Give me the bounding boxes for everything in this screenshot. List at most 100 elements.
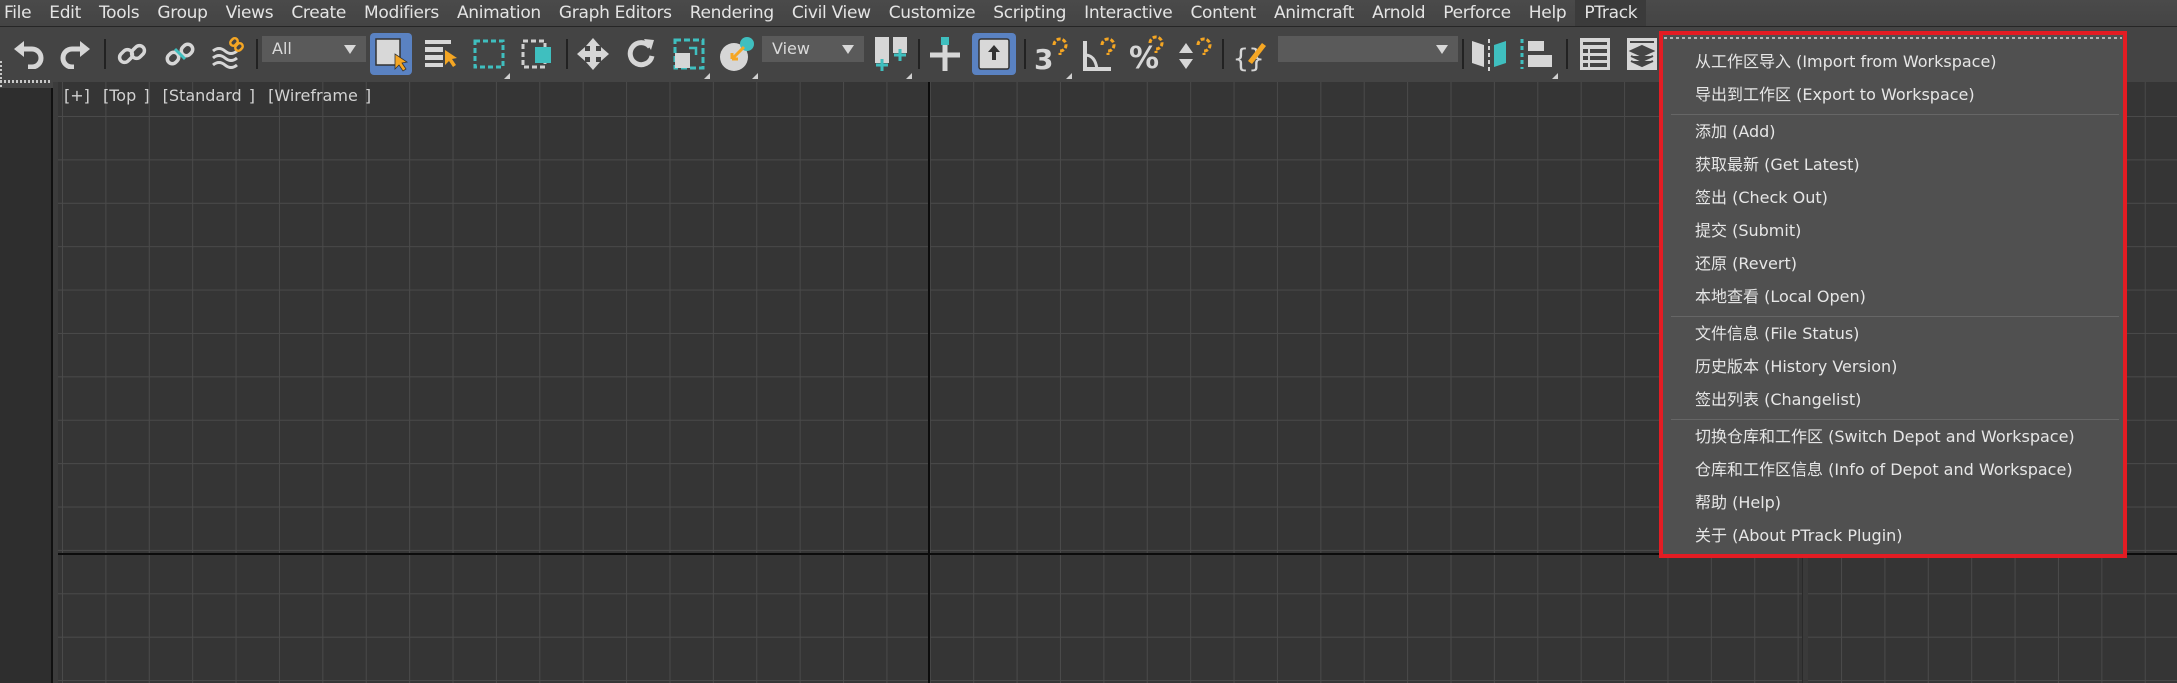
redo-icon [60, 41, 90, 69]
menu-create[interactable]: Create [282, 0, 355, 26]
menu-graph-editors[interactable]: Graph Editors [550, 0, 681, 26]
unlink-selection-button[interactable] [160, 33, 200, 75]
chevron-down-icon [1436, 45, 1448, 54]
select-and-link-button[interactable] [112, 33, 152, 75]
menu-views[interactable]: Views [217, 0, 283, 26]
viewport-shading-standard-menu[interactable]: [Standard ] [163, 86, 255, 105]
edit-named-selection-icon: {} [1233, 43, 1266, 73]
toolbar-separator [566, 39, 568, 69]
link-icon [117, 43, 147, 65]
menu-bar: File Edit Tools Group Views Create Modifiers An… [0, 0, 2177, 27]
menu-item-export-to-workspace[interactable]: 导出到工作区 (Export to Workspace) [1695, 78, 1975, 111]
toggle-layer-explorer-button[interactable] [1622, 33, 1662, 75]
scale-icon [673, 38, 705, 70]
menu-civil-view[interactable]: Civil View [783, 0, 880, 26]
align-icon [1520, 39, 1552, 69]
menu-group[interactable]: Group [148, 0, 216, 26]
menu-item-submit[interactable]: 提交 (Submit) [1695, 214, 1801, 247]
flyout-indicator [704, 73, 710, 79]
percent-snap-toggle-button[interactable]: % [1126, 33, 1168, 75]
menu-modifiers[interactable]: Modifiers [355, 0, 448, 26]
menu-customize[interactable]: Customize [880, 0, 985, 26]
undo-button[interactable] [10, 33, 48, 75]
viewport-general-menu[interactable]: [+] [64, 86, 90, 105]
flyout-indicator [1552, 73, 1558, 79]
menu-animcraft[interactable]: Animcraft [1265, 0, 1363, 26]
menu-animation[interactable]: Animation [448, 0, 550, 26]
menu-item-add[interactable]: 添加 (Add) [1695, 115, 1776, 148]
edit-named-selection-sets-button[interactable]: {} [1230, 33, 1272, 75]
select-and-place-button[interactable] [716, 33, 758, 79]
manipulate-icon [930, 37, 960, 71]
rectangular-selection-region-button[interactable] [468, 33, 510, 79]
scene-explorer-icon [1580, 38, 1610, 70]
redo-button[interactable] [56, 33, 94, 75]
menu-file[interactable]: File [0, 0, 40, 26]
menu-item-history-version[interactable]: 历史版本 (History Version) [1695, 350, 1897, 383]
chevron-down-icon [842, 45, 854, 54]
command-panel-grip[interactable] [0, 80, 50, 83]
selection-filter-value: All [272, 39, 292, 58]
rotate-icon [627, 39, 655, 68]
snaps-toggle-icon: 3 [1034, 37, 1068, 73]
menu-item-check-out[interactable]: 签出 (Check Out) [1695, 181, 1828, 214]
menu-item-file-status[interactable]: 文件信息 (File Status) [1695, 317, 1859, 350]
toggle-scene-explorer-button[interactable] [1574, 33, 1616, 75]
mirror-button[interactable] [1468, 33, 1510, 75]
menu-item-switch-depot-and-workspace[interactable]: 切换仓库和工作区 (Switch Depot and Workspace) [1695, 420, 2075, 453]
menu-arnold[interactable]: Arnold [1363, 0, 1434, 26]
toolbar-separator [1566, 39, 1568, 69]
flyout-indicator [1066, 73, 1072, 79]
menu-interactive[interactable]: Interactive [1075, 0, 1181, 26]
named-selection-sets-dropdown[interactable] [1278, 36, 1458, 62]
menu-ptrack[interactable]: PTrack [1575, 0, 1647, 26]
menu-item-get-latest[interactable]: 获取最新 (Get Latest) [1695, 148, 1860, 181]
angle-snap-toggle-button[interactable] [1078, 33, 1120, 75]
bind-to-space-warp-button[interactable] [208, 33, 248, 75]
place-icon [720, 37, 754, 71]
menu-content[interactable]: Content [1181, 0, 1265, 26]
flyout-indicator [752, 73, 758, 79]
percent-snap-icon: % [1129, 35, 1164, 73]
reference-coordinate-value: View [772, 39, 810, 58]
menu-item-help[interactable]: 帮助 (Help) [1695, 486, 1781, 519]
menu-rendering[interactable]: Rendering [681, 0, 783, 26]
pivot-center-icon [875, 37, 907, 71]
menu-tearoff-line[interactable] [1664, 37, 2122, 39]
angle-snap-icon [1083, 37, 1116, 71]
chevron-down-icon [344, 45, 356, 54]
select-and-scale-button[interactable] [668, 33, 710, 79]
keyboard-shortcut-icon [978, 38, 1010, 70]
menu-item-local-open[interactable]: 本地查看 (Local Open) [1695, 280, 1866, 313]
use-pivot-center-button[interactable] [870, 33, 912, 79]
select-and-manipulate-button[interactable] [924, 33, 966, 75]
select-and-move-button[interactable] [572, 33, 614, 75]
menu-perforce[interactable]: Perforce [1434, 0, 1520, 26]
snaps-toggle-button[interactable]: 3 [1030, 33, 1072, 79]
select-and-rotate-button[interactable] [620, 33, 662, 75]
spinner-snap-toggle-button[interactable] [1174, 33, 1216, 75]
viewport-point-of-view-menu[interactable]: [Top ] [103, 86, 150, 105]
menu-item-revert[interactable]: 还原 (Revert) [1695, 247, 1797, 280]
window-crossing-button[interactable] [516, 33, 558, 75]
select-by-name-button[interactable] [420, 33, 462, 75]
reference-coordinate-dropdown[interactable]: View [762, 36, 864, 62]
window-crossing-icon [521, 39, 551, 69]
mirror-icon [1472, 39, 1506, 71]
menu-tools[interactable]: Tools [90, 0, 148, 26]
menu-item-changelist[interactable]: 签出列表 (Changelist) [1695, 383, 1861, 416]
select-object-button[interactable] [370, 33, 412, 75]
rectangle-region-icon [473, 39, 505, 69]
menu-item-info-of-depot-and-workspace[interactable]: 仓库和工作区信息 (Info of Depot and Workspace) [1695, 453, 2073, 486]
select-by-name-icon [425, 40, 457, 67]
menu-help[interactable]: Help [1520, 0, 1576, 26]
align-button[interactable] [1516, 33, 1558, 79]
selection-filter-dropdown[interactable]: All [262, 36, 366, 62]
menu-item-import-from-workspace[interactable]: 从工作区导入 (Import from Workspace) [1695, 45, 1997, 78]
svg-text:3: 3 [1034, 43, 1053, 73]
viewport-shading-mode-menu[interactable]: [Wireframe ] [268, 86, 371, 105]
menu-edit[interactable]: Edit [40, 0, 90, 26]
keyboard-shortcut-override-button[interactable] [972, 33, 1016, 75]
menu-item-about-ptrack-plugin[interactable]: 关于 (About PTrack Plugin) [1695, 519, 1903, 552]
menu-scripting[interactable]: Scripting [984, 0, 1075, 26]
